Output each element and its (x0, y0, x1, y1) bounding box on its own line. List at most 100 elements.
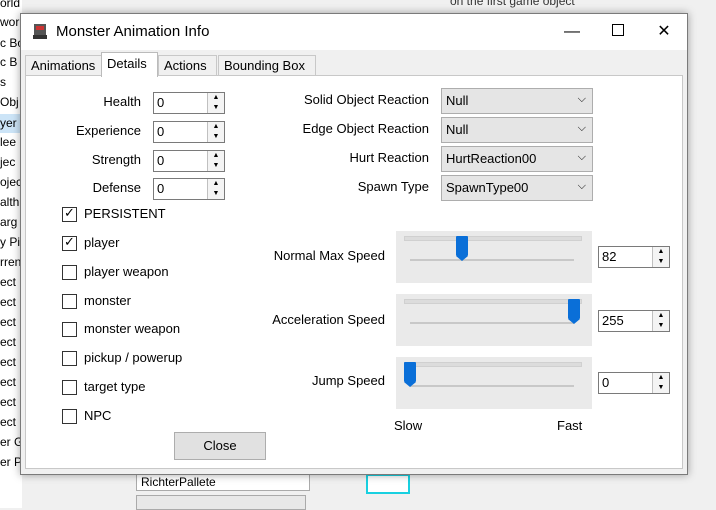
spin-down-icon[interactable]: ▼ (208, 132, 224, 142)
background-list-item-selected[interactable]: yer (0, 114, 22, 133)
background-tree-list: orld wor c Bo c B s Obj yer lee jec ojec… (0, 0, 22, 508)
background-list-item[interactable]: ect (0, 273, 22, 292)
close-window-button[interactable]: ✕ (641, 14, 687, 50)
tab-bounding-box[interactable]: Bounding Box (218, 55, 316, 76)
background-list-item[interactable]: c B (0, 53, 22, 72)
checkbox-box[interactable] (62, 409, 77, 424)
background-list-item[interactable]: ect (0, 293, 22, 312)
background-list-item[interactable]: rren (0, 253, 22, 272)
background-list-item[interactable]: lee (0, 133, 22, 152)
slider-thumb[interactable] (404, 362, 416, 387)
experience-stepper[interactable]: 0 ▲ ▼ (153, 121, 225, 143)
normal-max-speed-slider[interactable] (396, 231, 592, 283)
background-palette-field[interactable]: RichterPallete (136, 474, 310, 491)
checkbox-box[interactable] (62, 294, 77, 309)
background-list-item[interactable]: jec (0, 153, 22, 172)
background-list-item[interactable]: alth (0, 193, 22, 212)
spin-buttons: ▲ ▼ (207, 151, 224, 171)
checkbox-box[interactable]: ✓ (62, 234, 77, 251)
experience-label: Experience (75, 123, 141, 138)
spin-down-icon[interactable]: ▼ (208, 189, 224, 199)
fast-label: Fast (557, 418, 583, 433)
slider-rail (410, 385, 574, 387)
title-bar[interactable]: Monster Animation Info — ✕ (21, 14, 687, 50)
background-hint-text: on the first game object (450, 0, 575, 8)
checkbox-box[interactable]: ✓ (62, 205, 77, 222)
background-list-item[interactable]: ect (0, 373, 22, 392)
background-list-item[interactable]: c Bo (0, 34, 22, 53)
background-list-item[interactable]: ojec (0, 173, 22, 192)
check-mark: ✓ (64, 234, 75, 249)
background-list-item[interactable]: s (0, 73, 22, 92)
background-list-item[interactable]: ect (0, 413, 22, 432)
background-list-item[interactable]: er G (0, 433, 22, 452)
background-sprite-preview (366, 474, 410, 494)
defense-stepper[interactable]: 0 ▲ ▼ (153, 178, 225, 200)
background-list-item[interactable]: er P (0, 453, 22, 472)
strength-stepper[interactable]: 0 ▲ ▼ (153, 150, 225, 172)
hurt-reaction-select[interactable]: HurtReaction00 ⌵ (441, 146, 593, 172)
spin-down-icon[interactable]: ▼ (653, 321, 669, 331)
background-list-item[interactable]: ect (0, 353, 22, 372)
checkbox-label: PERSISTENT (84, 206, 166, 221)
strength-value: 0 (157, 153, 165, 168)
select-value: HurtReaction00 (446, 151, 537, 166)
checkbox-label: player (84, 235, 120, 250)
hurt-reaction-label: Hurt Reaction (349, 150, 429, 165)
jump-speed-stepper[interactable]: 0 ▲ ▼ (598, 372, 670, 394)
checkbox-box[interactable] (62, 265, 77, 280)
health-stepper[interactable]: 0 ▲ ▼ (153, 92, 225, 114)
spin-down-icon[interactable]: ▼ (653, 257, 669, 267)
slider-thumb[interactable] (456, 236, 469, 261)
tab-animations[interactable]: Animations (25, 55, 102, 76)
tab-actions[interactable]: Actions (158, 55, 217, 76)
monster-animation-info-dialog: Monster Animation Info — ✕ Animations De… (20, 13, 688, 475)
background-list-item[interactable]: ect (0, 313, 22, 332)
checkbox-box[interactable] (62, 322, 77, 337)
checkbox-box[interactable] (62, 380, 77, 395)
background-list-item[interactable]: ect (0, 333, 22, 352)
spin-buttons: ▲ ▼ (652, 247, 669, 267)
defense-value: 0 (157, 181, 165, 196)
background-list-item[interactable]: arg (0, 213, 22, 232)
checkbox-label: NPC (84, 408, 112, 423)
chevron-down-icon: ⌵ (577, 122, 586, 134)
checkbox-box[interactable] (62, 351, 77, 366)
chevron-down-icon: ⌵ (577, 151, 586, 163)
solid-object-reaction-label: Solid Object Reaction (303, 92, 429, 107)
normal-max-speed-stepper[interactable]: 82 ▲ ▼ (598, 246, 670, 268)
spawn-type-label: Spawn Type (357, 179, 429, 194)
spin-buttons: ▲ ▼ (207, 179, 224, 199)
close-button[interactable]: Close (174, 432, 266, 460)
acceleration-speed-value: 255 (602, 313, 624, 328)
acceleration-speed-stepper[interactable]: 255 ▲ ▼ (598, 310, 670, 332)
slider-thumb[interactable] (568, 299, 580, 324)
acceleration-speed-slider[interactable] (396, 294, 592, 346)
defense-label: Defense (92, 180, 141, 195)
solid-object-reaction-select[interactable]: Null ⌵ (441, 88, 593, 114)
background-list-item[interactable]: y Pi (0, 233, 22, 252)
edge-object-reaction-select[interactable]: Null ⌵ (441, 117, 593, 143)
select-value: Null (446, 122, 469, 137)
checkbox-label: monster (84, 293, 131, 308)
edge-object-reaction-label: Edge Object Reaction (302, 121, 429, 136)
slider-track (404, 299, 582, 304)
background-list-item[interactable]: Obj (0, 93, 22, 112)
background-list-item[interactable]: ect (0, 393, 22, 412)
maximize-button[interactable] (595, 14, 641, 50)
checkbox-label: monster weapon (84, 321, 181, 336)
minimize-icon: — (564, 23, 580, 40)
spin-down-icon[interactable]: ▼ (208, 161, 224, 171)
spin-down-icon[interactable]: ▼ (653, 383, 669, 393)
health-value: 0 (157, 95, 165, 110)
background-bottom-area (22, 474, 687, 508)
check-mark: ✓ (64, 205, 75, 220)
minimize-button[interactable]: — (549, 14, 595, 50)
spawn-type-select[interactable]: SpawnType00 ⌵ (441, 175, 593, 201)
spin-buttons: ▲ ▼ (652, 373, 669, 393)
background-list-item[interactable]: wor (0, 13, 22, 32)
tab-details[interactable]: Details (101, 52, 158, 77)
jump-speed-slider[interactable] (396, 357, 592, 409)
background-list-item[interactable]: orld (0, 0, 22, 13)
spin-down-icon[interactable]: ▼ (208, 103, 224, 113)
